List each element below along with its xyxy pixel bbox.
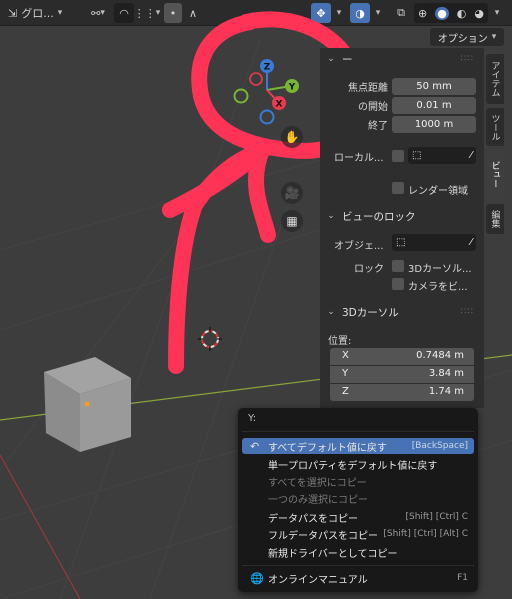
menu-item-copy-all-to-selected: すべてを選択にコピー — [268, 477, 367, 489]
lock-camera-checkbox[interactable] — [392, 278, 404, 290]
lock-object-label: オブジェ... — [334, 241, 384, 252]
tab-edit[interactable]: 編集 — [486, 204, 504, 234]
local-camera-label: ローカル... — [334, 153, 384, 164]
lock-camera-label: カメラをビ... — [408, 282, 468, 293]
clip-start-field[interactable]: 0.01 m — [392, 97, 476, 114]
sidebar-panel: ⌄ ー ∷∷ 焦点距離 50 mm の開始 0.01 m 終了 1000 m ロ… — [320, 48, 484, 408]
drag-handle-icon[interactable]: ∷∷ — [461, 54, 474, 64]
menu-item-online-manual[interactable]: 🌐 オンラインマニュアル F1 — [242, 570, 474, 586]
chevron-down-icon: ⌄ — [327, 54, 335, 64]
drag-handle-icon[interactable]: ∷∷ — [461, 307, 474, 317]
object-icon: ⬚ — [396, 237, 406, 248]
focal-length-field[interactable]: 50 mm — [392, 78, 476, 95]
menu-item-reset-single-default[interactable]: 単一プロパティをデフォルト値に戻す — [242, 456, 474, 472]
undo-icon: ↶ — [250, 439, 260, 453]
lock-object-field[interactable]: ⬚ ⁄ — [392, 234, 476, 251]
lock-3d-cursor-checkbox[interactable] — [392, 260, 404, 272]
globe-icon: 🌐 — [250, 571, 264, 585]
local-camera-field[interactable]: ⬚ ⁄ — [408, 147, 476, 164]
menu-item-reset-all-defaults[interactable]: ↶ すべてデフォルト値に戻す [BackSpace] — [242, 438, 474, 454]
local-camera-checkbox[interactable] — [392, 150, 404, 162]
menu-divider — [242, 431, 474, 432]
clip-end-label: 終了 — [368, 121, 388, 132]
menu-item-copy-as-new-driver[interactable]: 新規ドライバーとしてコピー — [242, 544, 474, 560]
menu-item-copy-full-data-path[interactable]: フルデータパスをコピー [Shift] [Ctrl] [Alt] C — [242, 526, 474, 542]
lock-label: ロック — [354, 264, 384, 275]
view-lock-section-header[interactable]: ⌄ ビューのロック — [320, 205, 484, 227]
3d-cursor-section-header[interactable]: ⌄ 3Dカーソル ∷∷ — [320, 301, 484, 323]
render-region-label: レンダー領域 — [408, 186, 468, 197]
chevron-down-icon: ⌄ — [327, 307, 335, 317]
focal-length-label: 焦点距離 — [348, 83, 388, 94]
camera-icon: 🎥 — [284, 186, 300, 200]
tab-view[interactable]: ビュー — [486, 150, 504, 198]
menu-divider — [242, 565, 474, 566]
grid-icon: ▦ — [286, 214, 298, 228]
eyedropper-icon[interactable]: ⁄ — [470, 237, 472, 248]
chevron-down-icon: ⌄ — [327, 211, 335, 221]
zoom-view-button[interactable]: ✋ — [281, 126, 303, 148]
clip-start-label: の開始 — [358, 102, 388, 113]
zoom-icon: ✋ — [284, 130, 300, 144]
view-section-header[interactable]: ⌄ ー ∷∷ — [320, 48, 484, 70]
tab-tool[interactable]: ツール — [486, 108, 504, 146]
sidebar-tabs: アイテム ツール ビュー 編集 — [486, 48, 506, 248]
camera-object-icon: ⬚ — [412, 150, 422, 161]
eyedropper-icon[interactable]: ⁄ — [470, 150, 472, 161]
menu-title: Y: — [248, 413, 257, 424]
location-z-field[interactable]: Z 1.74 m — [330, 384, 474, 401]
lock-3d-cursor-label: 3Dカーソル... — [408, 264, 472, 275]
clip-end-field[interactable]: 1000 m — [392, 116, 476, 133]
perspective-toggle-button[interactable]: ▦ — [281, 210, 303, 232]
location-y-field[interactable]: Y 3.84 m — [330, 366, 474, 383]
menu-item-copy-data-path[interactable]: データパスをコピー [Shift] [Ctrl] C — [242, 509, 474, 525]
location-x-field[interactable]: X 0.7484 m — [330, 348, 474, 365]
render-region-checkbox[interactable] — [392, 182, 404, 194]
location-label: 位置: — [328, 336, 352, 347]
tab-item[interactable]: アイテム — [486, 54, 504, 104]
menu-item-copy-single-to-selected: 一つのみ選択にコピー — [268, 494, 368, 506]
camera-view-button[interactable]: 🎥 — [281, 182, 303, 204]
